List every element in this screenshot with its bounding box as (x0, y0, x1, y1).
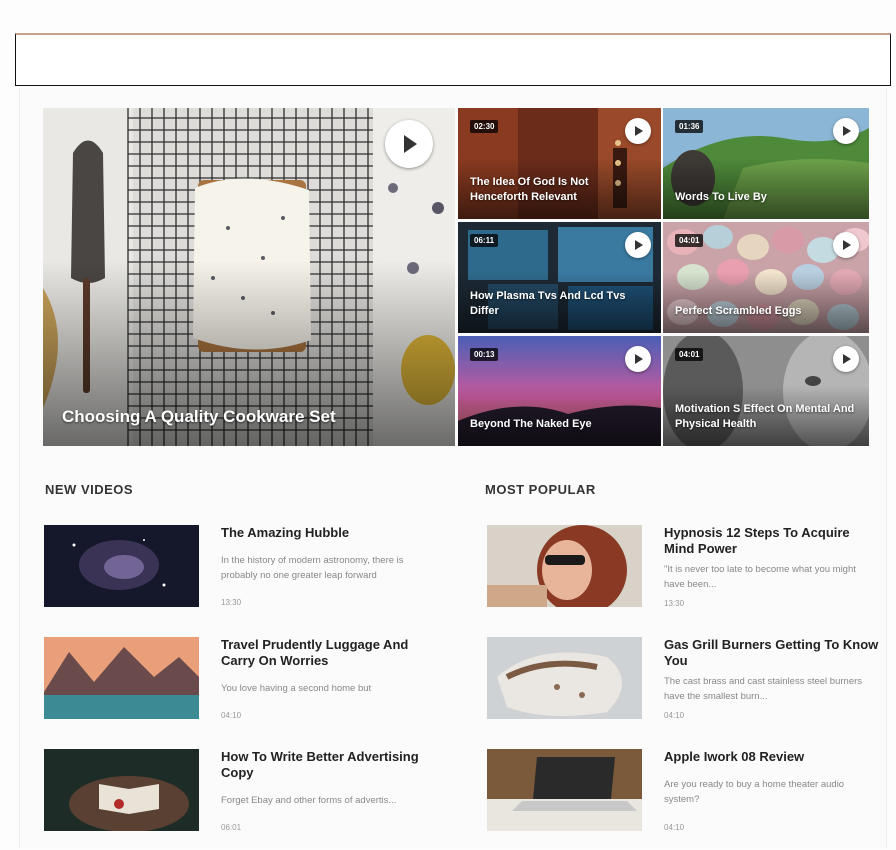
video-thumbnail[interactable] (44, 637, 199, 719)
tile-title[interactable]: The Idea Of God Is Not Henceforth Releva… (470, 175, 647, 205)
book-image (44, 749, 199, 831)
item-excerpt: You love having a second home but (221, 683, 372, 694)
bread-image (487, 637, 642, 719)
tile-title[interactable]: How Plasma Tvs And Lcd Tvs Differ (470, 289, 647, 319)
hubble-image (44, 525, 199, 607)
list-item[interactable]: Apple Iwork 08 Review Are you ready to b… (487, 749, 887, 839)
list-item[interactable]: Gas Grill Burners Getting To Know You Th… (487, 637, 887, 727)
tile-overlay (663, 271, 869, 333)
tile-title[interactable]: Perfect Scrambled Eggs (675, 304, 855, 319)
tile-title[interactable]: Words To Live By (675, 190, 855, 205)
item-excerpt: The cast brass and cast stainless steel … (664, 676, 863, 702)
item-time: 13:30 (221, 598, 242, 607)
list-item[interactable]: The Amazing Hubble In the history of mod… (44, 525, 444, 615)
item-title[interactable]: Apple Iwork 08 Review (664, 749, 879, 765)
video-tile[interactable]: 04:01 Motivation S Effect On Mental And … (663, 336, 869, 446)
hero-title[interactable]: Choosing A Quality Cookware Set (62, 407, 441, 427)
item-title[interactable]: Gas Grill Burners Getting To Know You (664, 637, 879, 669)
play-icon[interactable] (625, 232, 651, 258)
item-time: 13:30 (664, 599, 685, 608)
mountain-lake-image (44, 637, 199, 719)
item-time: 04:10 (664, 823, 685, 832)
item-excerpt: Are you ready to buy a home theater audi… (664, 779, 845, 805)
new-videos-heading: NEW VIDEOS (45, 482, 134, 497)
item-title[interactable]: Hypnosis 12 Steps To Acquire Mind Power (664, 525, 879, 557)
video-tile[interactable]: 01:36 Words To Live By (663, 108, 869, 219)
duration-badge: 06:11 (470, 234, 499, 247)
duration-badge: 01:36 (675, 120, 704, 133)
video-thumbnail[interactable] (44, 749, 199, 831)
list-item[interactable]: Hypnosis 12 Steps To Acquire Mind Power … (487, 525, 887, 615)
duration-badge: 04:01 (675, 348, 704, 361)
laptop-image (487, 749, 642, 831)
duration-badge: 02:30 (470, 120, 499, 133)
video-thumbnail[interactable] (487, 525, 642, 607)
woman-sunglasses-image (487, 525, 642, 607)
item-excerpt: Forget Ebay and other forms of advertis.… (221, 795, 397, 806)
tile-title[interactable]: Beyond The Naked Eye (470, 417, 647, 432)
item-time: 04:10 (664, 711, 685, 720)
item-excerpt: In the history of modern astronomy, ther… (221, 555, 404, 581)
tile-overlay (458, 385, 661, 446)
play-icon[interactable] (833, 232, 859, 258)
play-icon[interactable] (833, 118, 859, 144)
item-excerpt: "It is never too late to become what you… (664, 564, 856, 590)
duration-badge: 04:01 (675, 234, 704, 247)
video-tile[interactable]: 04:01 Perfect Scrambled Eggs (663, 222, 869, 333)
video-thumbnail[interactable] (44, 525, 199, 607)
play-icon[interactable] (625, 346, 651, 372)
play-icon[interactable] (833, 346, 859, 372)
tile-overlay (663, 157, 869, 219)
play-icon[interactable] (625, 118, 651, 144)
tile-title[interactable]: Motivation S Effect On Mental And Physic… (675, 402, 855, 432)
item-title[interactable]: The Amazing Hubble (221, 525, 436, 541)
item-title[interactable]: How To Write Better Advertising Copy (221, 749, 436, 781)
video-tile[interactable]: 00:13 Beyond The Naked Eye (458, 336, 661, 446)
list-item[interactable]: Travel Prudently Luggage And Carry On Wo… (44, 637, 444, 727)
item-time: 04:10 (221, 711, 242, 720)
duration-badge: 00:13 (470, 348, 499, 361)
video-tile[interactable]: 02:30 The Idea Of God Is Not Henceforth … (458, 108, 661, 219)
most-popular-heading: MOST POPULAR (485, 482, 596, 497)
item-time: 06:01 (221, 823, 242, 832)
hero-video[interactable]: Choosing A Quality Cookware Set (43, 108, 455, 446)
video-tile[interactable]: 06:11 How Plasma Tvs And Lcd Tvs Differ (458, 222, 661, 333)
play-icon[interactable] (385, 120, 433, 168)
item-title[interactable]: Travel Prudently Luggage And Carry On Wo… (221, 637, 436, 669)
video-thumbnail[interactable] (487, 749, 642, 831)
list-item[interactable]: How To Write Better Advertising Copy For… (44, 749, 444, 839)
top-bar (15, 33, 891, 86)
video-thumbnail[interactable] (487, 637, 642, 719)
